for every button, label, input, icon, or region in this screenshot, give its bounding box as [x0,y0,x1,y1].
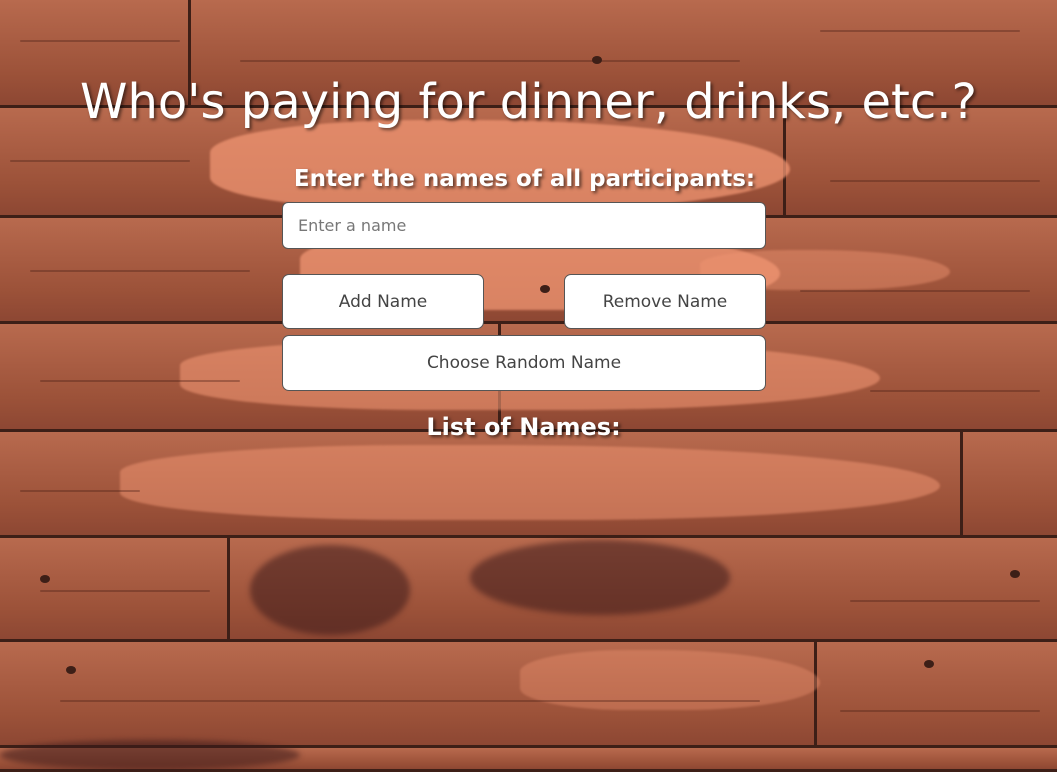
page-title: Who's paying for dinner, drinks, etc.? [80,74,977,130]
choose-random-name-button[interactable]: Choose Random Name [282,335,766,391]
add-name-button[interactable]: Add Name [282,274,484,329]
app-container: Who's paying for dinner, drinks, etc.? E… [0,0,1057,772]
participants-prompt: Enter the names of all participants: [293,166,756,192]
names-list-heading: List of Names: [426,413,621,441]
name-input[interactable] [282,202,766,249]
remove-name-button[interactable]: Remove Name [564,274,766,329]
